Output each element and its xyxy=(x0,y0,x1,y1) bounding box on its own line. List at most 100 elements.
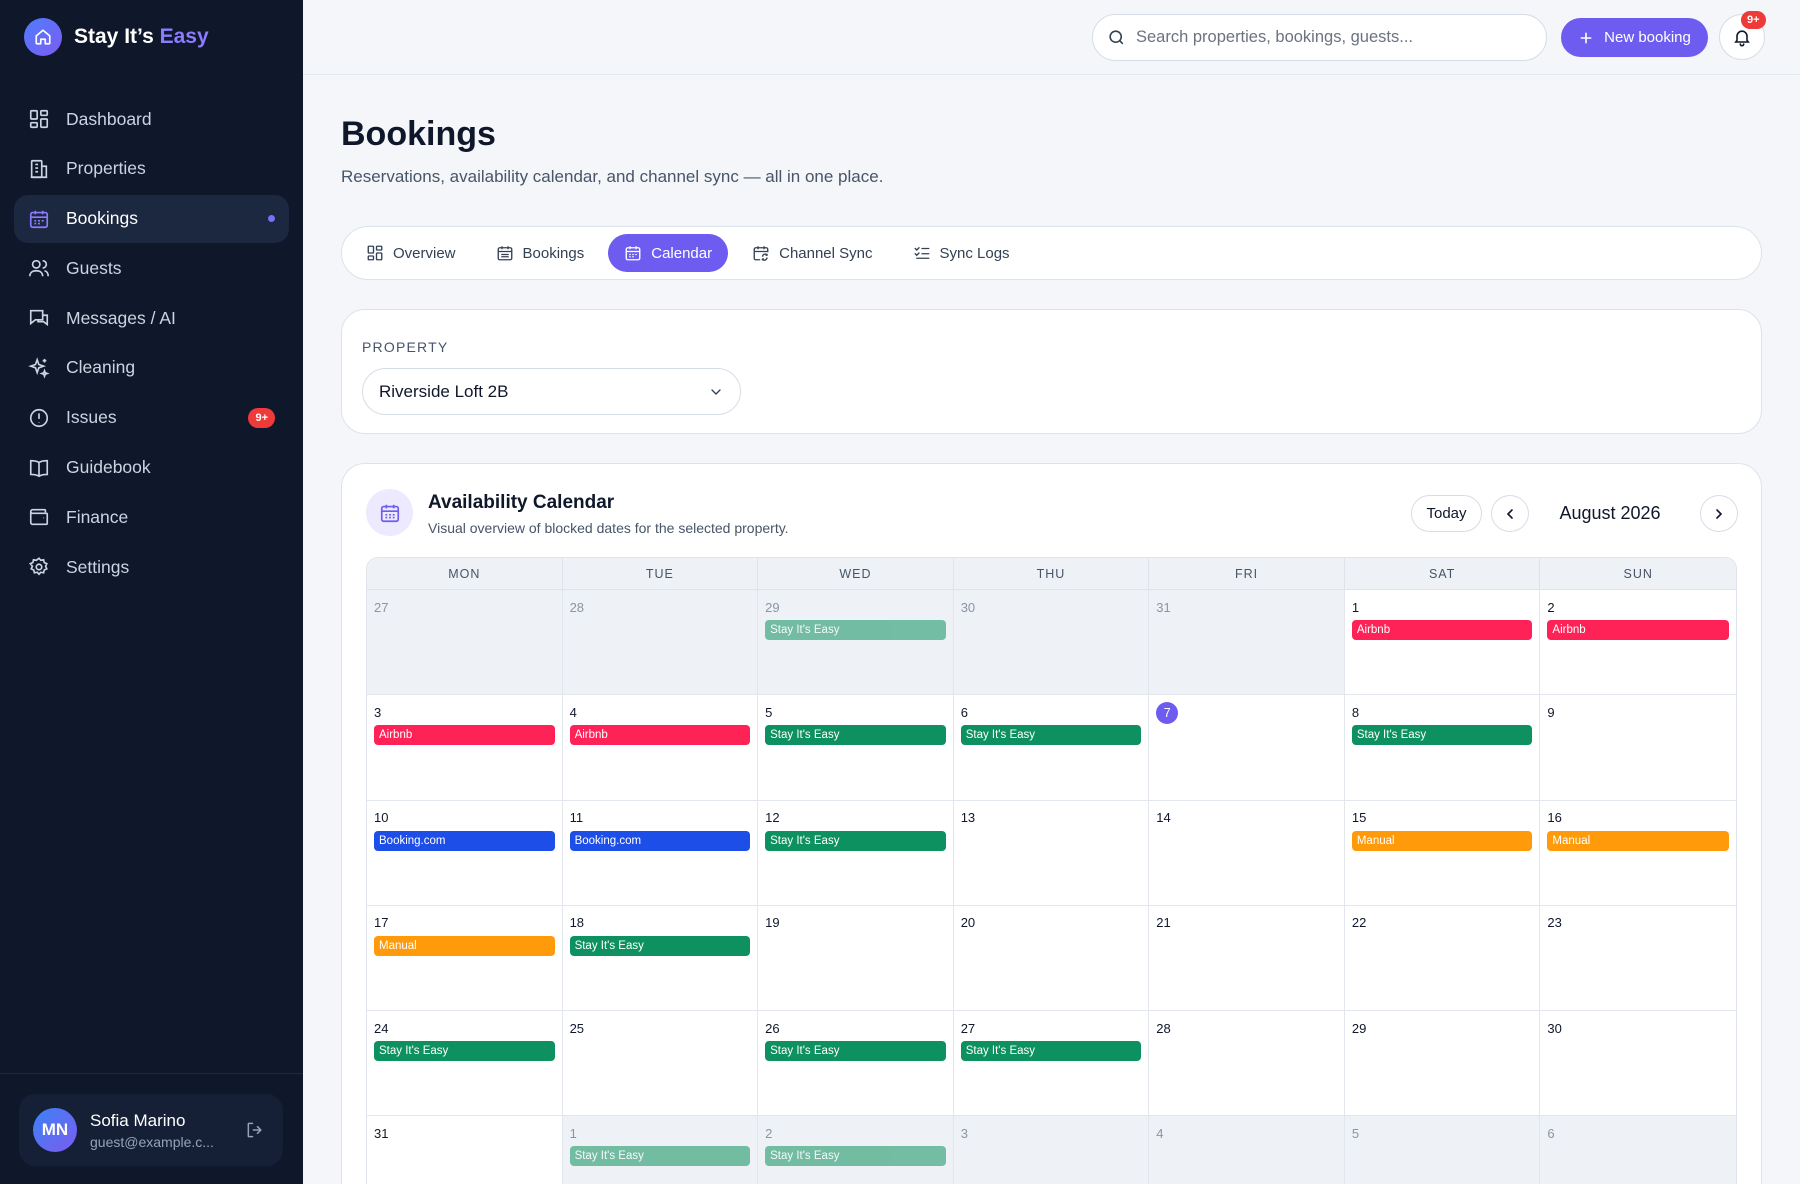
booking-event[interactable]: Stay It's Easy xyxy=(960,725,1142,746)
calendar-day[interactable]: 1 Airbnb xyxy=(1344,590,1541,696)
next-month-button[interactable] xyxy=(1700,495,1738,532)
calendar-day[interactable]: 19 xyxy=(758,905,954,1012)
calendar-day[interactable]: 28 xyxy=(1149,1011,1345,1117)
calendar-day[interactable]: 3 Airbnb xyxy=(367,695,563,801)
day-number: 5 xyxy=(765,704,773,720)
calendar-day[interactable]: 29 Stay It's Easy xyxy=(758,590,954,696)
sidebar-item-bookings[interactable]: Bookings xyxy=(14,194,289,243)
search-box[interactable] xyxy=(1092,14,1547,61)
calendar-day[interactable]: 4 xyxy=(1149,1116,1345,1184)
user-card[interactable]: MN Sofia Marino guest@example.c... xyxy=(19,1094,283,1166)
tab-label: Overview xyxy=(393,244,456,262)
sidebar-item-guidebook[interactable]: Guidebook xyxy=(14,444,289,492)
sidebar-item-issues[interactable]: Issues 9+ xyxy=(14,394,289,442)
day-number: 10 xyxy=(374,810,389,826)
calendar-day[interactable]: 7 xyxy=(1149,695,1345,801)
booking-event[interactable]: Manual xyxy=(1351,830,1533,851)
calendar-day[interactable]: 10 Booking.com xyxy=(367,800,563,906)
sidebar-item-cleaning[interactable]: Cleaning xyxy=(14,344,289,392)
wallet-icon xyxy=(29,509,49,526)
calendar-day[interactable]: 29 xyxy=(1344,1011,1541,1117)
tab-bookings[interactable]: Bookings xyxy=(480,234,601,272)
calendar-day[interactable]: 31 xyxy=(1149,590,1345,696)
calendar-day[interactable]: 6 Stay It's Easy xyxy=(953,695,1150,801)
sidebar-item-finance[interactable]: Finance xyxy=(14,493,289,541)
calendar-day[interactable]: 30 xyxy=(1540,1011,1736,1117)
calendar-day[interactable]: 4 Airbnb xyxy=(562,695,759,801)
calendar-day[interactable]: 2 Airbnb xyxy=(1540,590,1736,696)
property-select[interactable]: Riverside Loft 2B xyxy=(362,368,741,415)
calendar-day[interactable]: 12 Stay It's Easy xyxy=(758,800,954,906)
tab-bar: Overview Bookings Calendar Channel Sync … xyxy=(341,226,1762,280)
booking-event[interactable]: Stay It's Easy xyxy=(765,830,946,851)
calendar-day[interactable]: 22 xyxy=(1344,905,1541,1012)
calendar-day[interactable]: 5 xyxy=(1344,1116,1541,1184)
booking-event[interactable]: Airbnb xyxy=(569,725,751,746)
calendar-day[interactable]: 23 xyxy=(1540,905,1736,1012)
sidebar-item-dashboard[interactable]: Dashboard xyxy=(14,95,289,143)
sidebar-item-settings[interactable]: Settings xyxy=(14,543,289,591)
calendar-day[interactable]: 28 xyxy=(562,590,759,696)
booking-event[interactable]: Stay It's Easy xyxy=(569,1146,751,1167)
booking-event[interactable]: Booking.com xyxy=(374,830,555,851)
calendar-day[interactable]: 6 xyxy=(1540,1116,1736,1184)
calendar-day[interactable]: 5 Stay It's Easy xyxy=(758,695,954,801)
calendar-subtitle: Visual overview of blocked dates for the… xyxy=(428,520,789,536)
today-button[interactable]: Today xyxy=(1411,495,1482,532)
booking-event[interactable]: Stay It's Easy xyxy=(765,620,946,640)
logout-icon[interactable] xyxy=(245,1120,265,1145)
calendar-day[interactable]: 15 Manual xyxy=(1344,800,1541,906)
calendar-day[interactable]: 18 Stay It's Easy xyxy=(562,905,759,1012)
booking-event[interactable]: Stay It's Easy xyxy=(569,935,751,956)
sidebar-item-guests[interactable]: Guests xyxy=(14,244,289,292)
calendar-title: Availability Calendar xyxy=(428,492,615,513)
day-number: 11 xyxy=(569,810,584,826)
calendar-day[interactable]: 2 Stay It's Easy xyxy=(758,1116,954,1184)
calendar-day[interactable]: 26 Stay It's Easy xyxy=(758,1011,954,1117)
calendar-day[interactable]: 8 Stay It's Easy xyxy=(1344,695,1541,801)
calendar-day[interactable]: 31 xyxy=(367,1116,563,1184)
booking-event[interactable]: Stay It's Easy xyxy=(765,725,946,746)
calendar-days: 27 28 29 Stay It's Easy 30 31 1 Airbnb 2 Airbnb 3 A… xyxy=(367,590,1736,1184)
booking-event[interactable]: Stay It's Easy xyxy=(374,1041,555,1062)
search-input[interactable] xyxy=(1136,28,1516,47)
booking-event[interactable]: Airbnb xyxy=(1547,620,1729,640)
calendar-day[interactable]: 20 xyxy=(953,905,1150,1012)
calendar-day[interactable]: 25 xyxy=(562,1011,759,1117)
calendar-day[interactable]: 13 xyxy=(953,800,1150,906)
tab-channel-sync[interactable]: Channel Sync xyxy=(736,234,888,272)
previous-month-button[interactable] xyxy=(1491,495,1529,532)
new-booking-button[interactable]: New booking xyxy=(1561,18,1708,57)
tab-sync-logs[interactable]: Sync Logs xyxy=(897,234,1026,272)
calendar-day[interactable]: 27 xyxy=(367,590,563,696)
calendar-day[interactable]: 27 Stay It's Easy xyxy=(953,1011,1150,1117)
calendar-day[interactable]: 17 Manual xyxy=(367,905,563,1012)
booking-event[interactable]: Stay It's Easy xyxy=(765,1041,946,1062)
calendar-day[interactable]: 14 xyxy=(1149,800,1345,906)
booking-event[interactable]: Airbnb xyxy=(1351,620,1533,640)
booking-event[interactable]: Manual xyxy=(1547,830,1729,851)
day-number: 21 xyxy=(1156,915,1171,931)
tab-overview[interactable]: Overview xyxy=(350,234,472,272)
calendar-day[interactable]: 1 Stay It's Easy xyxy=(562,1116,759,1184)
sidebar-item-properties[interactable]: Properties xyxy=(14,145,289,193)
booking-event[interactable]: Manual xyxy=(374,935,555,956)
sidebar-item-messages[interactable]: Messages / AI xyxy=(14,294,289,342)
booking-event[interactable]: Stay It's Easy xyxy=(765,1146,946,1167)
booking-event[interactable]: Stay It's Easy xyxy=(1351,725,1533,746)
tab-calendar[interactable]: Calendar xyxy=(608,234,729,272)
calendar-day[interactable]: 9 xyxy=(1540,695,1736,801)
booking-event[interactable]: Airbnb xyxy=(374,725,555,746)
calendar-day[interactable]: 24 Stay It's Easy xyxy=(367,1011,563,1117)
grid-icon xyxy=(367,245,383,261)
brand[interactable]: Stay It’s Easy xyxy=(24,18,209,56)
calendar-day[interactable]: 16 Manual xyxy=(1540,800,1736,906)
calendar-day[interactable]: 3 xyxy=(953,1116,1150,1184)
calendar-day[interactable]: 30 xyxy=(953,590,1150,696)
calendar-day[interactable]: 11 Booking.com xyxy=(562,800,759,906)
booking-event[interactable]: Booking.com xyxy=(569,830,751,851)
calendar-day[interactable]: 21 xyxy=(1149,905,1345,1012)
sidebar-divider xyxy=(0,1073,303,1074)
calendar-grid: MON TUE WED THU FRI SAT SUN 27 28 29 Stay I… xyxy=(366,557,1737,1184)
booking-event[interactable]: Stay It's Easy xyxy=(960,1041,1142,1062)
